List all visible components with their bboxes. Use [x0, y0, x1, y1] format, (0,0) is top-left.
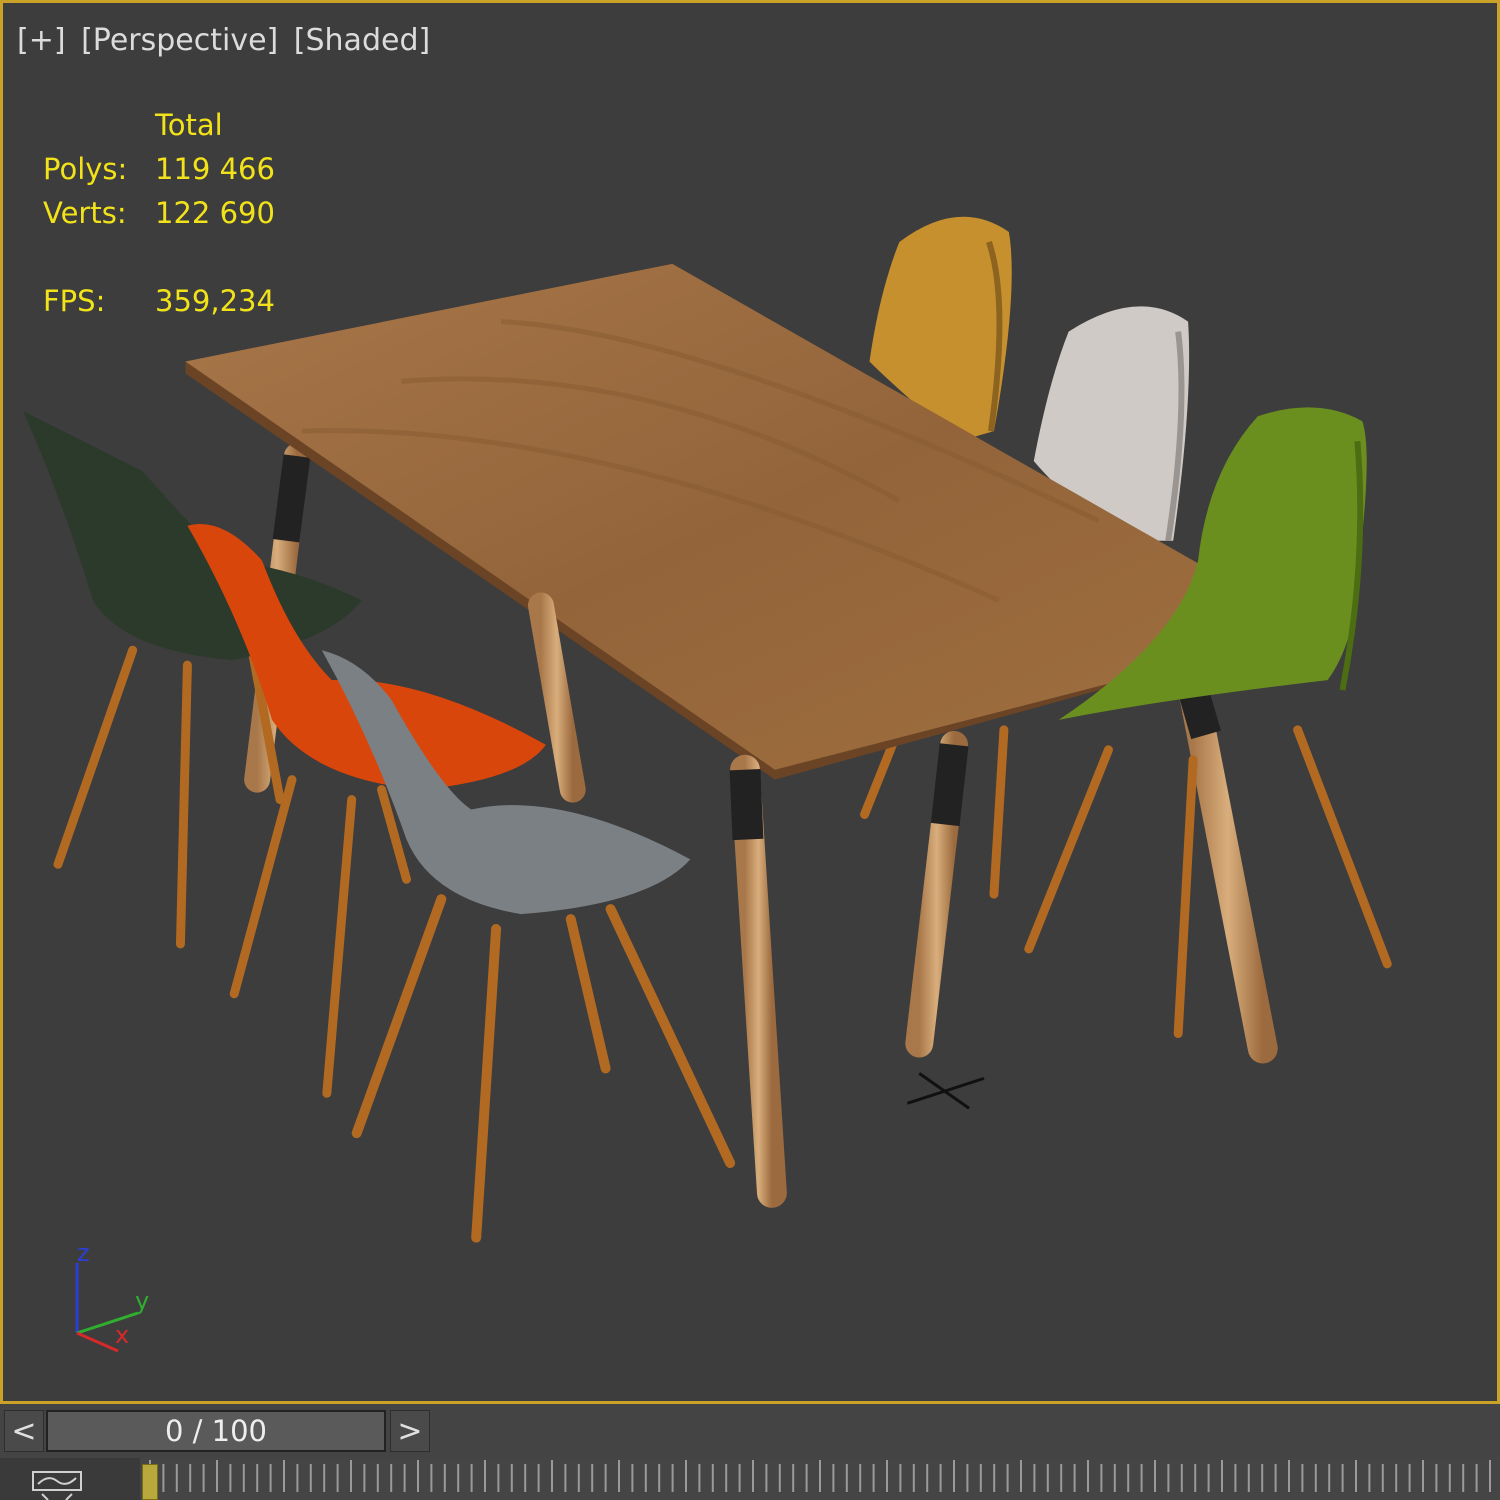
verts-value: 122 690	[155, 196, 275, 230]
statistics-overlay: Total Polys: 119 466 Verts: 122 690 FPS: 35…	[43, 103, 275, 323]
perspective-viewport[interactable]: [+] [Perspective] [Shaded] Total Polys: 1…	[0, 0, 1500, 1404]
table-leg-front-center	[729, 754, 787, 1208]
trackbar	[0, 1458, 1500, 1500]
frame-ruler[interactable]	[140, 1458, 1500, 1500]
axis-y-label: y	[135, 1287, 149, 1315]
curve-editor-icon[interactable]	[30, 1468, 84, 1500]
axis-x-label: x	[115, 1321, 129, 1349]
viewport-pov-label[interactable]: [Perspective]	[81, 23, 278, 58]
axis-z-label: z	[77, 1239, 90, 1267]
time-slider-handle[interactable]	[142, 1464, 158, 1500]
polys-value: 119 466	[155, 152, 275, 186]
previous-frame-button[interactable]: <	[4, 1410, 44, 1452]
next-frame-button[interactable]: >	[390, 1410, 430, 1452]
axis-tripod: z y x	[75, 1239, 149, 1353]
polys-label: Polys:	[43, 152, 128, 186]
viewport-shading-label[interactable]: [Shaded]	[294, 23, 430, 58]
viewport-labels[interactable]: [+] [Perspective] [Shaded]	[17, 23, 436, 58]
frame-counter[interactable]: 0 / 100	[46, 1410, 386, 1452]
viewport-menu-plus[interactable]: [+]	[17, 23, 66, 58]
table-leg-back-right	[905, 730, 969, 1058]
time-slider-bar: < 0 / 100 >	[0, 1404, 1500, 1458]
fps-value: 359,234	[155, 284, 275, 318]
fps-label: FPS:	[43, 284, 106, 318]
table-leg-front-right	[1178, 675, 1278, 1064]
verts-label: Verts:	[43, 196, 127, 230]
pivot-gizmo	[906, 1072, 985, 1110]
stats-header: Total	[155, 108, 223, 142]
